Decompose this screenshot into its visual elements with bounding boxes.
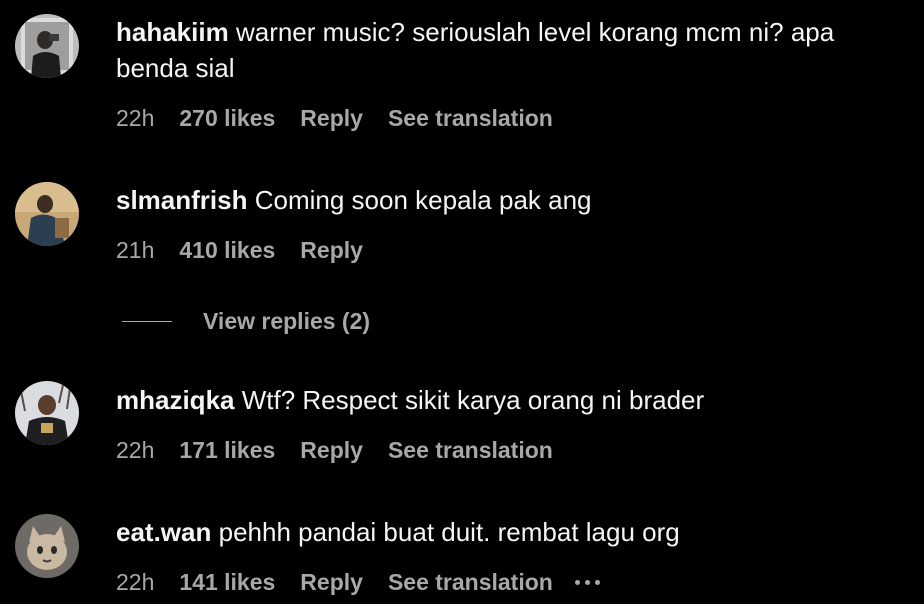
likes-count[interactable]: 171 likes [179, 437, 275, 464]
more-options-icon[interactable] [574, 572, 600, 592]
timestamp: 21h [116, 236, 155, 263]
dot [584, 579, 590, 585]
timestamp: 22h [116, 436, 155, 463]
comment-body: pehhh pandai buat duit. rembat lagu org [218, 517, 680, 547]
username[interactable]: slmanfrish [116, 185, 248, 215]
likes-count[interactable]: 270 likes [179, 105, 275, 132]
comment-actions: 22h 171 likes Reply See translation [116, 435, 553, 465]
avatar-image [15, 14, 79, 78]
dot [574, 579, 580, 585]
replies-divider-line [122, 320, 172, 322]
avatar[interactable] [15, 182, 79, 246]
likes-count[interactable]: 141 likes [179, 569, 275, 596]
reply-button[interactable]: Reply [300, 437, 363, 464]
reply-button[interactable]: Reply [300, 105, 363, 132]
reply-button[interactable]: Reply [300, 237, 363, 264]
avatar-image [15, 381, 79, 445]
see-translation-button[interactable]: See translation [388, 569, 553, 596]
view-replies-label: View replies (2) [203, 307, 371, 334]
username[interactable]: hahakiim [116, 17, 229, 47]
avatar[interactable] [15, 14, 79, 78]
timestamp: 22h [116, 568, 155, 595]
view-replies-button[interactable]: View replies (2) [122, 306, 370, 336]
comment-actions: 22h 141 likes Reply See translation [116, 567, 600, 597]
reply-button[interactable]: Reply [300, 569, 363, 596]
likes-count[interactable]: 410 likes [179, 237, 275, 264]
comment-text-block: mhaziqka Wtf? Respect sikit karya orang … [116, 382, 896, 418]
avatar-image [15, 182, 79, 246]
comments-panel: { "comments": [ { "username": "hahakiim"… [0, 0, 924, 604]
username[interactable]: mhaziqka [116, 385, 235, 415]
comment-actions: 22h 270 likes Reply See translation [116, 103, 553, 133]
comment-text-block: slmanfrish Coming soon kepala pak ang [116, 182, 896, 218]
dot [594, 579, 600, 585]
avatar-image [15, 514, 79, 578]
see-translation-button[interactable]: See translation [388, 437, 553, 464]
see-translation-button[interactable]: See translation [388, 105, 553, 132]
comment-text-block: eat.wan pehhh pandai buat duit. rembat l… [116, 514, 896, 550]
comment-body: Coming soon kepala pak ang [254, 185, 592, 215]
timestamp: 22h [116, 104, 155, 131]
avatar[interactable] [15, 514, 79, 578]
comment-text-block: hahakiim warner music? seriouslah level … [116, 14, 896, 86]
username[interactable]: eat.wan [116, 517, 211, 547]
comment-body: Wtf? Respect sikit karya orang ni brader [241, 385, 705, 415]
comment-actions: 21h 410 likes Reply [116, 235, 388, 265]
avatar[interactable] [15, 381, 79, 445]
